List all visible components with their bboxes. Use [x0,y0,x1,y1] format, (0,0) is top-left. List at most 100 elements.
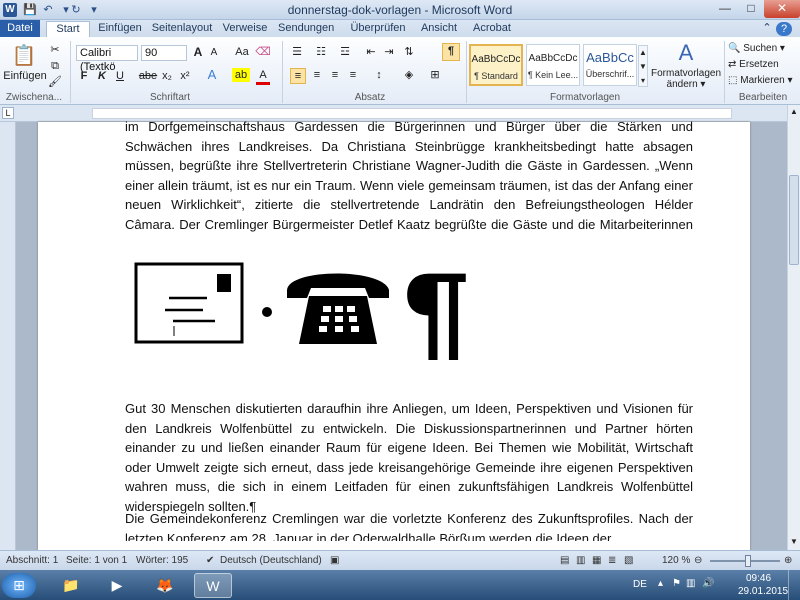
keyboard-language[interactable]: DE [633,579,647,590]
justify-icon[interactable]: ≡ [346,68,360,82]
clock-time[interactable]: 09:46 [746,573,771,584]
maximize-button[interactable]: □ [738,0,764,18]
scroll-down-icon[interactable]: ▼ [789,537,799,546]
save-icon[interactable]: 💾 [22,2,38,18]
style-kein-leerraum[interactable]: AaBbCcDc ¶ Kein Lee... [526,44,580,86]
customize-qat-icon[interactable]: ▾ [86,2,102,18]
clock-date[interactable]: 29.01.2015 [738,586,788,597]
numbering-icon[interactable]: ☷ [314,45,328,59]
styles-gallery-scroll-icon[interactable]: ▲ ▼ ▾ [638,45,648,87]
highlight-icon[interactable]: ab [232,68,250,82]
tray-flag-icon[interactable]: ⚑ [672,578,681,589]
word-count[interactable]: Wörter: 195 [136,555,188,566]
media-player-icon[interactable]: ▶ [98,573,136,598]
word-app-icon[interactable]: W [3,3,17,17]
text-effects-icon[interactable]: A [204,68,220,82]
shading-icon[interactable]: ◈ [402,68,416,82]
symbol-line[interactable]: ¶ [133,260,473,360]
tab-selector-icon[interactable]: L [2,107,14,119]
style-standard[interactable]: AaBbCcDc ¶ Standard [469,44,523,86]
minimize-ribbon-icon[interactable]: ⌃ [760,21,774,37]
tab-datei[interactable]: Datei [0,20,40,37]
tray-network-icon[interactable]: ▥ [686,578,695,589]
close-button[interactable]: ✕ [764,0,800,18]
zoom-level[interactable]: 120 % [662,555,690,566]
show-formatting-button[interactable]: ¶ [442,43,460,61]
multilevel-list-icon[interactable]: ☲ [338,45,352,59]
change-styles-icon[interactable]: A [666,41,706,65]
shrink-font-button[interactable]: A [207,46,221,60]
scroll-up-icon[interactable]: ▲ [789,107,799,116]
proofing-icon[interactable]: ✔ [206,555,214,566]
paragraph-discussion[interactable]: Gut 30 Menschen diskutierten daraufhin i… [125,399,693,516]
copy-icon[interactable]: ⧉ [48,59,62,73]
line-spacing-icon[interactable]: ↕ [372,68,386,82]
section-indicator[interactable]: Abschnitt: 1 [6,555,58,566]
tab-seitenlayout[interactable]: Seitenlayout [150,21,214,37]
undo-icon[interactable]: ↶ [40,2,56,18]
tray-show-hidden-icon[interactable]: ▴ [658,578,663,589]
vertical-scrollbar[interactable]: ▲ ▼ [787,105,800,550]
subscript-button[interactable]: x₂ [160,69,174,83]
align-center-icon[interactable]: ≡ [310,68,324,82]
help-icon[interactable]: ? [776,22,792,36]
zoom-out-icon[interactable]: ⊖ [694,555,702,566]
view-print-layout-icon[interactable]: ▤ [560,555,569,566]
tab-sendungen[interactable]: Sendungen [278,21,334,37]
view-fullscreen-icon[interactable]: ▥ [576,555,585,566]
zoom-in-icon[interactable]: ⊕ [784,555,792,566]
increase-indent-icon[interactable]: ⇥ [382,45,396,59]
format-painter-icon[interactable]: 🖌 [48,75,62,89]
paste-button[interactable]: Einfügen [2,69,48,83]
align-right-icon[interactable]: ≡ [328,68,342,82]
language-indicator[interactable]: Deutsch (Deutschland) [220,555,322,566]
clipboard-paste-icon[interactable]: 📋 [6,43,42,69]
zoom-slider-thumb[interactable] [745,555,751,567]
tab-ueberpruefen[interactable]: Überprüfen [348,21,408,37]
tab-ansicht[interactable]: Ansicht [418,21,460,37]
view-draft-icon[interactable]: ▧ [624,555,633,566]
firefox-icon[interactable]: 🦊 [146,573,184,598]
page-indicator[interactable]: Seite: 1 von 1 [66,555,127,566]
view-outline-icon[interactable]: ≣ [608,555,616,566]
scroll-thumb[interactable] [789,175,799,265]
strikethrough-button[interactable]: abe [138,69,158,83]
decrease-indent-icon[interactable]: ⇤ [364,45,378,59]
find-button[interactable]: 🔍 Suchen ▾ [728,42,800,56]
tab-start[interactable]: Start [46,21,90,38]
tab-einfuegen[interactable]: Einfügen [94,21,146,37]
underline-button[interactable]: U [114,69,126,83]
view-web-icon[interactable]: ▦ [592,555,601,566]
clear-formatting-icon[interactable]: ⌫ [255,45,271,59]
zoom-slider[interactable] [710,555,780,567]
italic-button[interactable]: K [96,69,108,83]
show-desktop-button[interactable] [788,570,800,600]
tray-volume-icon[interactable]: 🔊 [702,578,714,589]
word-taskbar-icon[interactable]: W [194,573,232,598]
font-color-button[interactable]: A [256,68,270,85]
font-size-combo[interactable]: 90 [141,45,187,61]
paragraph-conference[interactable]: Die Gemeindekonferenz Cremlingen war die… [125,509,693,541]
tab-acrobat[interactable]: Acrobat [470,21,514,37]
select-button[interactable]: ⬚ Markieren ▾ [728,74,800,88]
cut-icon[interactable]: ✂ [48,43,62,57]
start-button-icon[interactable]: ⊞ [2,573,36,598]
grow-font-button[interactable]: A [191,45,205,59]
tab-verweise[interactable]: Verweise [222,21,268,37]
paragraph-intro[interactable]: im Dorfgemeinschaftshaus Gardessen die B… [125,117,693,237]
explorer-icon[interactable]: 📁 [52,573,90,598]
sort-icon[interactable]: ⇅ [402,45,416,59]
borders-icon[interactable]: ⊞ [428,68,442,82]
font-name-combo[interactable]: Calibri (Textkö [76,45,138,73]
bullets-icon[interactable]: ☰ [290,45,304,59]
bold-button[interactable]: F [78,69,90,83]
superscript-button[interactable]: x² [178,69,192,83]
replace-button[interactable]: ⇄ Ersetzen [728,58,800,72]
align-left-icon[interactable]: ≡ [290,68,306,84]
redo-icon[interactable]: ↻ [68,2,84,18]
style-ueberschrift[interactable]: AaBbCc Überschrif... [583,44,637,86]
vertical-ruler[interactable] [0,122,16,550]
change-styles-button[interactable]: Formatvorlagen ändern ▾ [650,68,722,90]
macro-icon[interactable]: ▣ [330,555,339,566]
minimize-button[interactable]: — [712,0,738,18]
